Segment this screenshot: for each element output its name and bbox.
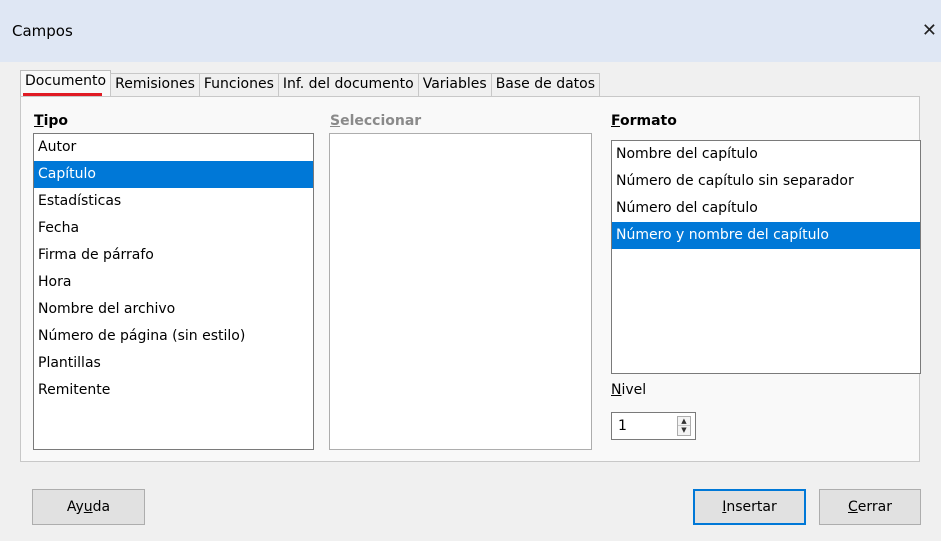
- formato-item-numero-del-capitulo[interactable]: Número del capítulo: [612, 195, 920, 222]
- seleccionar-label-rest: eleccionar: [340, 113, 422, 129]
- tipo-item-capitulo[interactable]: Capítulo: [34, 161, 313, 188]
- formato-item-numero-y-nombre[interactable]: Número y nombre del capítulo: [612, 222, 920, 249]
- tipo-label-mnemonic: T: [34, 113, 44, 129]
- close-icon[interactable]: ✕: [922, 20, 937, 41]
- tipo-item-nombre-del-archivo[interactable]: Nombre del archivo: [34, 296, 313, 323]
- help-label-post: da: [92, 499, 111, 515]
- tipo-item-firma-de-parrafo[interactable]: Firma de párrafo: [34, 242, 313, 269]
- help-label-mnemonic: u: [83, 499, 93, 515]
- help-label-pre: Ay: [66, 499, 84, 515]
- nivel-label-mnemonic: N: [611, 382, 622, 398]
- formato-label-mnemonic: F: [611, 113, 620, 129]
- tipo-listbox[interactable]: Autor Capítulo Estadísticas Fecha Firma …: [33, 133, 314, 450]
- tipo-item-numero-de-pagina[interactable]: Número de página (sin estilo): [34, 323, 313, 350]
- tab-funciones[interactable]: Funciones: [198, 73, 279, 97]
- nivel-spin-buttons: ▲ ▼: [677, 416, 691, 436]
- nivel-label-rest: ivel: [621, 382, 647, 398]
- tab-variables[interactable]: Variables: [417, 73, 492, 97]
- insert-button[interactable]: Insertar: [693, 489, 806, 525]
- tab-remisiones[interactable]: Remisiones: [110, 73, 200, 97]
- tipo-item-plantillas[interactable]: Plantillas: [34, 350, 313, 377]
- insert-label-rest: nsertar: [726, 499, 777, 515]
- tab-base-de-datos[interactable]: Base de datos: [490, 73, 601, 97]
- tab-documento[interactable]: Documento: [20, 70, 112, 97]
- close-button[interactable]: Cerrar: [819, 489, 921, 525]
- close-label-mnemonic: C: [848, 499, 858, 515]
- tab-inf-del-documento[interactable]: Inf. del documento: [277, 73, 419, 97]
- dialog-title: Campos: [12, 22, 73, 40]
- close-label-rest: errar: [857, 499, 892, 515]
- help-button[interactable]: Ayuda: [32, 489, 145, 525]
- formato-listbox[interactable]: Nombre del capítulo Número de capítulo s…: [611, 140, 921, 374]
- formato-item-nombre-del-capitulo[interactable]: Nombre del capítulo: [612, 141, 920, 168]
- spin-down-icon[interactable]: ▼: [678, 426, 690, 435]
- seleccionar-label-mnemonic: S: [330, 113, 341, 129]
- spin-up-icon[interactable]: ▲: [678, 417, 690, 426]
- nivel-value[interactable]: 1: [618, 418, 627, 434]
- title-bar: Campos ✕: [0, 0, 941, 62]
- tipo-item-estadisticas[interactable]: Estadísticas: [34, 188, 313, 215]
- tipo-item-fecha[interactable]: Fecha: [34, 215, 313, 242]
- seleccionar-listbox[interactable]: [329, 133, 592, 450]
- tipo-label: Tipo: [34, 113, 68, 129]
- seleccionar-label: Seleccionar: [330, 113, 421, 129]
- tipo-item-hora[interactable]: Hora: [34, 269, 313, 296]
- formato-label-rest: ormato: [620, 113, 677, 129]
- formato-item-numero-sin-separador[interactable]: Número de capítulo sin separador: [612, 168, 920, 195]
- tipo-item-remitente[interactable]: Remitente: [34, 377, 313, 404]
- tab-bar: Documento Remisiones Funciones Inf. del …: [20, 70, 601, 97]
- nivel-label: Nivel: [611, 382, 646, 398]
- formato-label: Formato: [611, 113, 677, 129]
- nivel-spinbox[interactable]: 1 ▲ ▼: [611, 412, 696, 440]
- tipo-item-autor[interactable]: Autor: [34, 134, 313, 161]
- tipo-label-rest: ipo: [43, 113, 69, 129]
